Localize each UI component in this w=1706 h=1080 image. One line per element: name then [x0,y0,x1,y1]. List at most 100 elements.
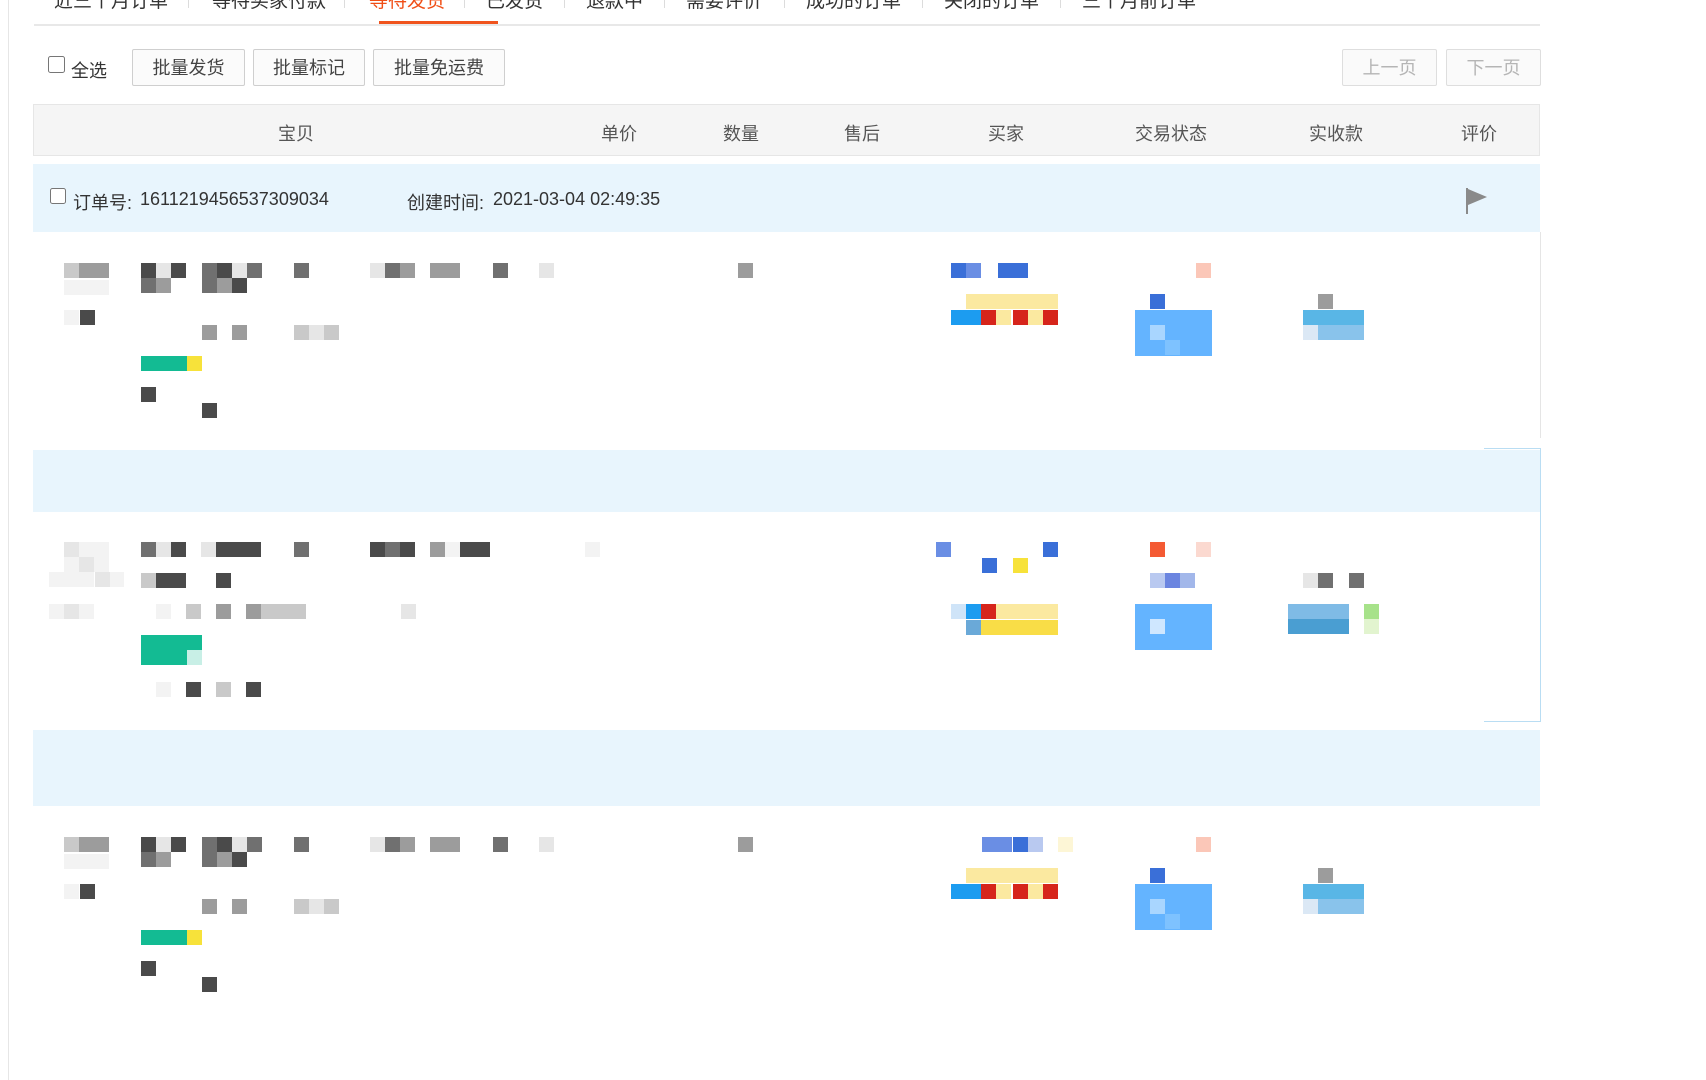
mosaic-tile [1165,914,1180,929]
mosaic-tile [171,542,186,557]
tab-successful-orders[interactable]: 成功的订单 [806,0,901,22]
column-header-status: 交易状态 [1135,124,1207,144]
mosaic-tile [1013,837,1028,852]
mosaic-tile [493,837,508,852]
mosaic-tile [94,263,109,278]
mosaic-tile [385,837,400,852]
tab-closed-orders[interactable]: 关闭的订单 [944,0,1039,22]
mosaic-tile [49,604,64,619]
tab-divider [188,0,189,8]
mosaic-tile [141,387,156,402]
select-all-checkbox[interactable] [48,56,65,73]
mosaic-tile [1318,868,1333,883]
mosaic-tile [966,620,981,635]
orders-table-header: 宝贝 单价 数量 售后 买家 交易状态 实收款 评价 [33,104,1540,156]
batch-mark-button[interactable]: 批量标记 [253,49,365,86]
tab-recent-three-months[interactable]: 近三个月订单 [54,0,168,22]
tab-shipped[interactable]: 已发货 [486,0,543,22]
mosaic-tile [64,557,79,572]
mosaic-tile [309,899,324,914]
mosaic-tile [64,263,79,278]
mosaic-tile [246,542,261,557]
mosaic-tile [966,868,1058,883]
mosaic-tile [80,310,95,325]
tab-refunding[interactable]: 退款中 [586,0,643,22]
mosaic-tile [79,280,94,295]
mosaic-tile [156,837,171,852]
mosaic-tile [585,542,600,557]
mosaic-tile [324,899,339,914]
mosaic-tile [246,604,261,619]
mosaic-tile [94,280,109,295]
mosaic-tile [1288,619,1349,634]
mosaic-tile [202,263,217,278]
mosaic-tile [936,542,951,557]
mosaic-tile [951,604,966,619]
mosaic-tile [400,263,415,278]
mosaic-tile [64,837,79,852]
mosaic-tile [294,325,309,340]
mosaic-tile [231,542,246,557]
mosaic-tile [1043,310,1058,325]
mosaic-tile [95,572,110,587]
prev-page-button[interactable]: 上一页 [1342,49,1437,86]
tab-needs-review[interactable]: 需要评价 [686,0,762,22]
tab-divider [564,0,565,8]
tab-divider [344,0,345,8]
mosaic-tile [216,682,231,697]
select-all-label[interactable]: 全选 [71,57,107,83]
mosaic-tile [951,884,981,899]
tab-older-orders[interactable]: 三个月前订单 [1082,0,1196,22]
mosaic-tile [1150,294,1165,309]
mosaic-tile [996,604,1058,619]
mosaic-tile [400,837,415,852]
column-header-after-sale: 售后 [844,124,880,144]
mosaic-tile [79,837,94,852]
mosaic-tile [1180,573,1195,588]
tab-awaiting-payment[interactable]: 等待买家付款 [212,0,326,22]
mosaic-tile [79,854,94,869]
mosaic-tile [1150,868,1165,883]
order-select-checkbox[interactable] [50,188,66,204]
flag-icon[interactable] [1465,186,1489,214]
mosaic-tile [294,542,309,557]
mosaic-tile [64,884,79,899]
mosaic-tile [1303,310,1364,325]
mosaic-tile [1196,542,1211,557]
mosaic-tile [232,278,247,293]
mosaic-tile [94,837,109,852]
mosaic-tile [1303,325,1318,340]
order-header [33,730,1540,806]
mosaic-tile [49,572,64,587]
mosaic-tile [998,263,1028,278]
batch-ship-button[interactable]: 批量发货 [132,49,245,86]
mosaic-tile [1028,310,1043,325]
tab-awaiting-shipment[interactable]: 等待发货 [369,0,445,22]
mosaic-tile [156,573,171,588]
mosaic-tile [141,542,156,557]
batch-free-shipping-button[interactable]: 批量免运费 [373,49,505,86]
mosaic-tile [1028,884,1043,899]
next-page-button[interactable]: 下一页 [1446,49,1541,86]
mosaic-tile [80,884,95,899]
mosaic-tile [217,263,232,278]
mosaic-tile [94,557,109,572]
mosaic-tile [324,325,339,340]
mosaic-tile [1165,573,1180,588]
mosaic-tile [445,263,460,278]
order-created-label: 创建时间: [407,193,485,213]
mosaic-tile [186,604,201,619]
mosaic-tile [232,852,247,867]
mosaic-tile [430,542,445,557]
mosaic-tile [1013,558,1028,573]
mosaic-tile [247,837,262,852]
mosaic-tile [217,852,232,867]
mosaic-tile [1303,884,1364,899]
mosaic-tile [232,837,247,852]
mosaic-tile [370,542,385,557]
mosaic-tile [996,310,1011,325]
mosaic-tile [171,837,186,852]
active-tab-underline [379,21,498,24]
mosaic-tile [94,542,109,557]
mosaic-tile [1013,310,1028,325]
